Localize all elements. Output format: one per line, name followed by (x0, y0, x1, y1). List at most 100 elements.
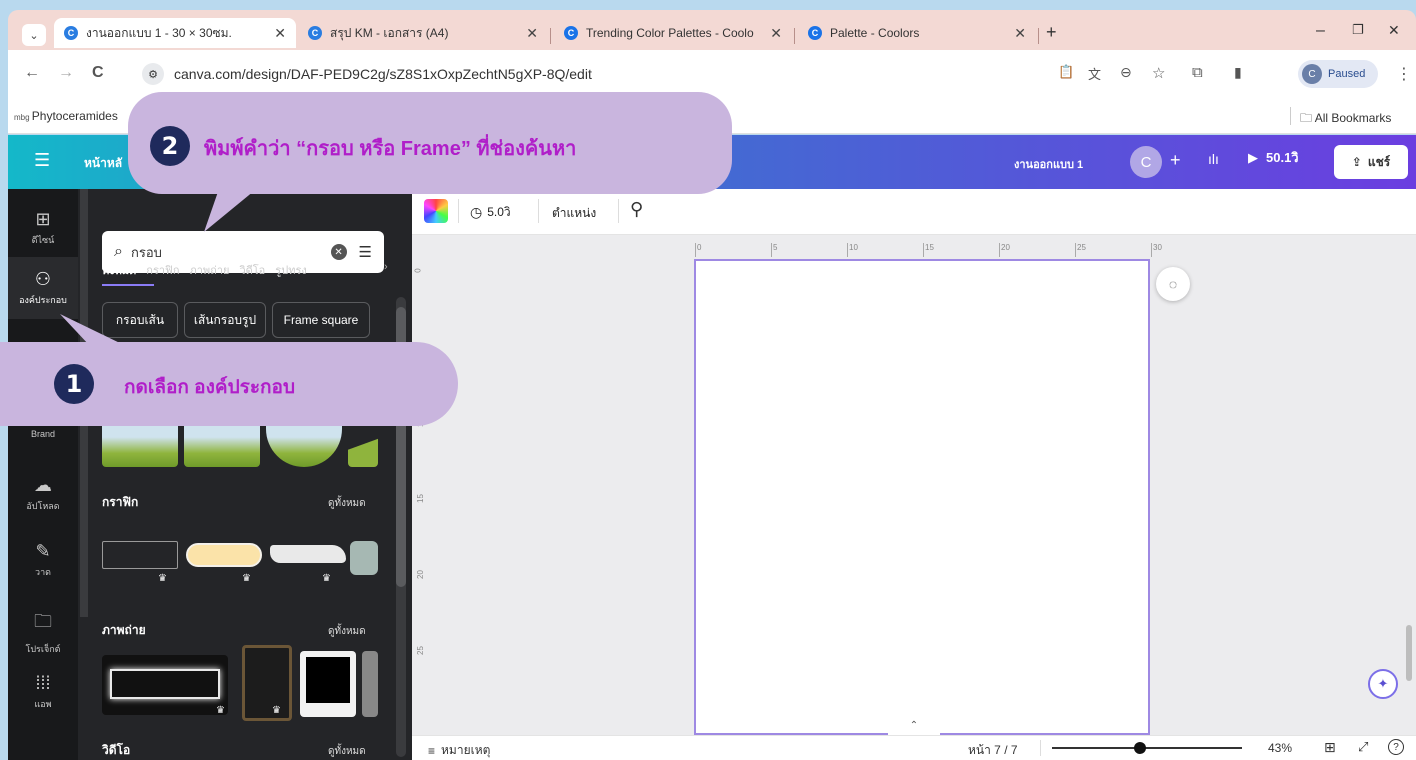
insights-icon[interactable]: ılı (1208, 151, 1219, 167)
graphic-thumb-3[interactable] (270, 545, 346, 563)
photo-frame-glow (110, 669, 220, 699)
browser-menu-icon[interactable]: ⋮ (1396, 64, 1412, 84)
url-field[interactable]: ⚙ canva.com/design/DAF-PED9C2g/sZ8S1xOxp… (136, 58, 1036, 90)
new-tab-icon[interactable]: + (1046, 22, 1057, 43)
tab-photos[interactable]: ภาพถ่าย (189, 261, 229, 279)
photo-thumb-2[interactable] (242, 645, 292, 721)
home-link[interactable]: หน้าหลั (84, 154, 122, 173)
graphic-thumb-4[interactable] (350, 541, 378, 575)
restore-icon[interactable]: ❐ (1352, 22, 1364, 38)
frame-thumb-1[interactable] (102, 421, 178, 467)
frame-thumb-2[interactable] (184, 421, 260, 467)
close-tab-icon[interactable]: ✕ (274, 25, 286, 42)
close-tab-icon[interactable]: ✕ (1014, 25, 1026, 42)
url-text: canva.com/design/DAF-PED9C2g/sZ8S1xOxpZe… (174, 66, 592, 82)
ruler-top-label: 20 (1001, 243, 1010, 252)
tab-shapes[interactable]: รูปทรง (275, 261, 306, 279)
frame-thumb-3[interactable] (266, 421, 342, 467)
browser-tab-bar: ⌄ C งานออกแบบ 1 - 30 × 30ซม. ✕ C สรุป KM… (8, 10, 1416, 50)
bookmark-phytoceramides[interactable]: mbg Phytoceramides (14, 109, 118, 123)
graphic-thumb-1[interactable] (102, 541, 178, 569)
zoom-slider-knob[interactable] (1133, 742, 1146, 754)
rail-draw[interactable]: ✎ วาด (8, 541, 78, 579)
tab-video[interactable]: วิดีโอ (239, 261, 265, 279)
reload-icon[interactable]: C (92, 64, 104, 82)
workspace-scrollbar[interactable] (1406, 625, 1412, 681)
zoom-value[interactable]: 43% (1268, 741, 1292, 755)
zoom-icon[interactable]: ⊖ (1120, 64, 1132, 81)
forward-icon[interactable]: → (58, 64, 74, 82)
ruler-top-tick (695, 243, 696, 257)
translate-icon[interactable]: 文 (1088, 64, 1101, 83)
paint-format-icon[interactable]: ⚲ (630, 199, 643, 220)
color-swatch[interactable] (424, 199, 448, 223)
present-button[interactable]: ▶ 50.1วิ (1248, 147, 1299, 168)
ruler-left-label: 15 (415, 494, 425, 503)
chip-photo-frame[interactable]: เส้นกรอบรูป (184, 302, 266, 338)
filter-tabs-scroll-icon[interactable]: › (384, 261, 388, 273)
rail-design[interactable]: ⊞ ดีไซน์ (8, 209, 78, 247)
see-all-photos[interactable]: ดูทั้งหมด (328, 624, 366, 639)
chip-frame-square[interactable]: Frame square (272, 302, 370, 338)
rail-upload[interactable]: ☁ อัปโหลด (8, 475, 78, 513)
rail-apps[interactable]: ⁞⁞⁞ แอพ (8, 673, 78, 711)
page-indicator[interactable]: หน้า 7 / 7 (968, 741, 1018, 760)
all-bookmarks-button[interactable]: 🗀 All Bookmarks (1300, 109, 1391, 130)
share-button[interactable]: ⇪ แชร์ (1334, 145, 1408, 179)
filter-icon[interactable]: ☰ (359, 243, 372, 261)
rail-projects[interactable]: 🗀 โปรเจ็กต์ (8, 609, 78, 656)
notes-button[interactable]: ≡ หมายเหตุ (428, 741, 490, 760)
design-name[interactable]: งานออกแบบ 1 (1014, 155, 1083, 173)
frame-thumb-4[interactable] (348, 421, 378, 467)
add-comment-button[interactable]: ◌ (1156, 267, 1190, 301)
ruler-top-label: 15 (925, 243, 934, 252)
photo-thumb-3[interactable] (300, 651, 356, 717)
side-panel-icon[interactable]: ▮ (1234, 64, 1242, 81)
browser-tab-3[interactable]: C Trending Color Palettes - Coolo ✕ (554, 18, 792, 48)
tab-graphics[interactable]: กราฟิก (146, 261, 179, 279)
add-collaborator-icon[interactable]: + (1170, 150, 1181, 171)
graphic-thumb-2[interactable] (186, 543, 262, 567)
folder-icon: 🗀 (1300, 111, 1315, 125)
menu-icon[interactable]: ☰ (34, 150, 50, 171)
rail-brand[interactable]: Brand (8, 429, 78, 439)
see-all-graphics[interactable]: ดูทั้งหมด (328, 496, 366, 511)
profile-paused-button[interactable]: C Paused (1298, 60, 1378, 88)
ruler-top-label: 30 (1153, 243, 1162, 252)
photo-thumb-4[interactable] (362, 651, 378, 717)
duration-button[interactable]: ◷ 5.0วิ (470, 203, 511, 222)
clear-search-icon[interactable]: ✕ (330, 244, 347, 260)
apps-icon: ⁞⁞⁞ (35, 673, 51, 693)
bookmark-star-icon[interactable]: ☆ (1152, 64, 1165, 82)
minimize-icon[interactable]: – (1316, 22, 1325, 40)
coolors-favicon-icon: C (808, 26, 822, 40)
close-window-icon[interactable]: ✕ (1388, 22, 1400, 39)
zoom-slider[interactable] (1052, 742, 1242, 754)
browser-tab-2[interactable]: C สรุป KM - เอกสาร (A4) ✕ (298, 18, 548, 48)
close-tab-icon[interactable]: ✕ (526, 25, 538, 42)
search-input[interactable]: กรอบ (131, 242, 331, 263)
clipboard-icon[interactable]: 📋 (1058, 64, 1074, 80)
fullscreen-icon[interactable]: ⤢ (1358, 739, 1368, 755)
grid-view-icon[interactable]: ⊞ (1324, 739, 1336, 756)
ruler-top-tick (1151, 243, 1152, 257)
design-page[interactable] (694, 259, 1150, 735)
avatar[interactable]: C (1130, 146, 1162, 178)
all-bookmarks-label: All Bookmarks (1314, 111, 1392, 125)
browser-tab-1[interactable]: C งานออกแบบ 1 - 30 × 30ซม. ✕ (54, 18, 296, 48)
search-icon: ⌕ (114, 243, 123, 260)
help-icon[interactable]: ? (1388, 739, 1404, 755)
tab-search-button[interactable]: ⌄ (22, 24, 46, 46)
close-tab-icon[interactable]: ✕ (770, 25, 782, 42)
magic-assistant-button[interactable]: ✦ (1368, 669, 1398, 699)
photo-thumb-1[interactable] (102, 655, 228, 715)
show-pages-toggle[interactable]: ⌃ (888, 715, 940, 735)
browser-tab-4[interactable]: C Palette - Coolors ✕ (798, 18, 1036, 48)
site-settings-icon[interactable]: ⚙ (142, 63, 164, 85)
see-all-video[interactable]: ดูทั้งหมด (328, 744, 366, 759)
position-button[interactable]: ตำแหน่ง (552, 204, 596, 223)
rail-label: แอพ (34, 699, 52, 709)
extensions-icon[interactable]: ⧉ (1192, 64, 1203, 81)
back-icon[interactable]: ← (24, 64, 40, 82)
tab-all[interactable]: ทั้งหมด (102, 261, 136, 279)
